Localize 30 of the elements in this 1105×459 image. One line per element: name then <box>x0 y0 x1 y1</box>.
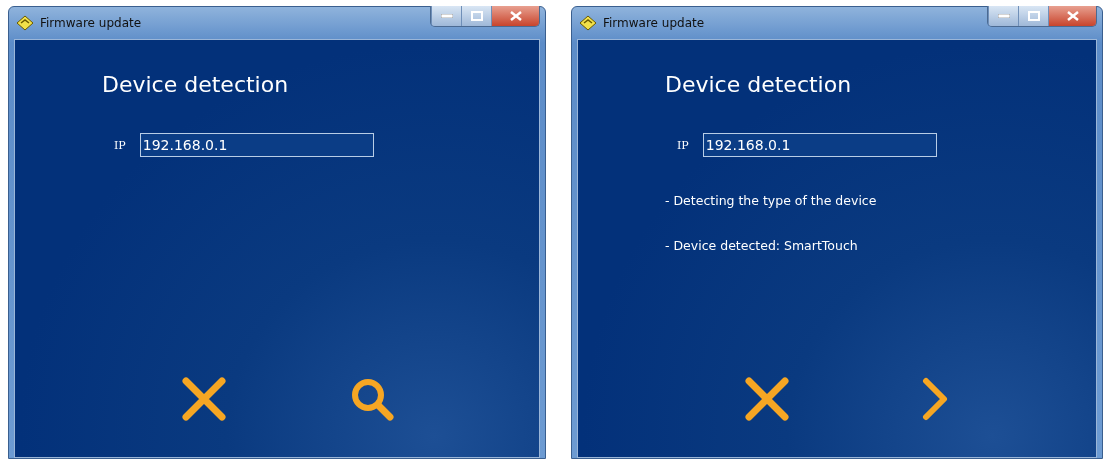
maximize-button[interactable] <box>461 6 491 26</box>
close-button[interactable] <box>1048 6 1096 26</box>
cross-icon <box>182 377 226 421</box>
window-title: Firmware update <box>40 16 142 30</box>
app-icon <box>579 15 597 31</box>
status-message: - Detecting the type of the device <box>665 193 878 208</box>
status-message: - Device detected: SmartTouch <box>665 238 859 253</box>
close-button[interactable] <box>491 6 539 26</box>
ip-input-field[interactable]: 192.168.0.1 <box>139 133 374 157</box>
minimize-icon <box>997 14 1010 18</box>
minimize-button[interactable] <box>431 6 461 26</box>
page-heading: Device detection <box>665 72 853 97</box>
cross-icon <box>745 377 789 421</box>
ip-label: IP <box>114 138 126 152</box>
cancel-button[interactable] <box>743 375 791 423</box>
maximize-button[interactable] <box>1018 6 1048 26</box>
cancel-button[interactable] <box>180 375 228 423</box>
app-icon <box>16 15 34 31</box>
minimize-button[interactable] <box>988 6 1018 26</box>
ip-label: IP <box>677 138 689 152</box>
page-heading: Device detection <box>102 72 290 97</box>
chevron-right-icon <box>920 377 950 421</box>
maximize-icon <box>470 11 483 21</box>
close-icon <box>1066 11 1079 21</box>
search-icon <box>350 377 394 421</box>
minimize-icon <box>440 14 453 18</box>
ip-input-field[interactable]: 192.168.0.1 <box>702 133 937 157</box>
close-icon <box>509 11 522 21</box>
maximize-icon <box>1027 11 1040 21</box>
window-title: Firmware update <box>603 16 705 30</box>
